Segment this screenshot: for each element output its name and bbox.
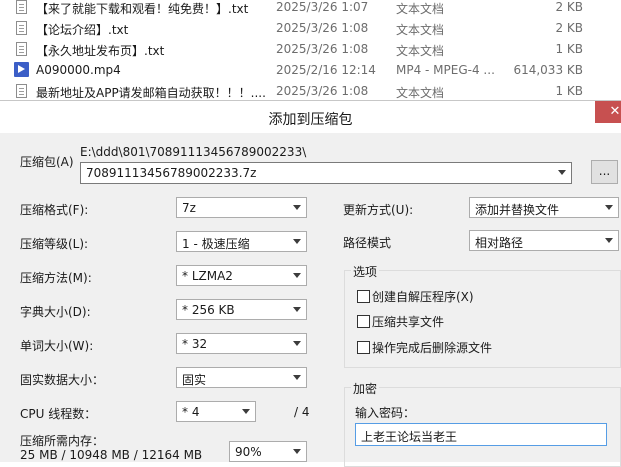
file-row[interactable]: 【永久地址发布页】.txt 2025/3/26 1:08 文本文档 1 KB xyxy=(0,38,621,60)
add-to-archive-dialog: 添加到压缩包 ✕ 压缩包(A) E:\ddd\801\7089111345678… xyxy=(0,100,621,467)
format-value: 7z xyxy=(182,201,196,215)
file-type: 文本文档 xyxy=(396,86,445,100)
cpu-label: CPU 线程数： xyxy=(20,407,97,421)
file-size: 2 KB xyxy=(555,21,583,35)
word-value: * 32 xyxy=(182,337,208,351)
password-input[interactable]: 上老王论坛当老王 xyxy=(355,423,607,446)
file-name: 【论坛介绍】.txt xyxy=(36,23,129,37)
dialog-title: 添加到压缩包 xyxy=(268,112,353,128)
file-type: 文本文档 xyxy=(396,44,445,58)
file-type: 文本文档 xyxy=(396,2,445,16)
shared-label[interactable]: 压缩共享文件 xyxy=(372,313,444,330)
browse-button[interactable]: ... xyxy=(591,160,618,184)
solid-value: 固实 xyxy=(182,373,207,387)
word-label: 单词大小(W): xyxy=(20,339,94,353)
txt-file-icon xyxy=(14,20,30,36)
solid-select[interactable]: 固实 xyxy=(176,367,307,388)
file-name: A090000.mp4 xyxy=(36,63,121,77)
file-date: 2025/3/26 1:08 xyxy=(276,84,369,98)
file-date: 2025/3/26 1:08 xyxy=(276,42,369,56)
options-group: 选项 创建自解压程序(X) 压缩共享文件 操作完成后删除源文件 xyxy=(344,263,621,368)
chevron-down-icon xyxy=(293,449,301,454)
txt-file-icon xyxy=(14,0,30,15)
txt-file-icon xyxy=(14,41,30,57)
format-label: 压缩格式(F): xyxy=(20,203,89,217)
cpu-select[interactable]: * 4 xyxy=(176,401,256,422)
shared-checkbox[interactable] xyxy=(357,315,370,328)
chevron-down-icon xyxy=(293,341,301,346)
archive-name-value: 70891113456789002233.7z xyxy=(86,166,257,180)
cpu-value: * 4 xyxy=(182,405,200,419)
update-select[interactable]: 添加并替换文件 xyxy=(469,197,619,218)
options-group-label: 选项 xyxy=(351,263,380,280)
level-value: 1 - 极速压缩 xyxy=(182,237,250,251)
file-row[interactable]: A090000.mp4 2025/2/16 12:14 MP4 - MPEG-4… xyxy=(0,59,621,81)
password-value: 上老王论坛当老王 xyxy=(361,430,458,444)
chevron-down-icon xyxy=(293,307,301,312)
memory-percent-value: 90% xyxy=(235,445,262,459)
sfx-label[interactable]: 创建自解压程序(X) xyxy=(372,288,474,305)
file-size: 2 KB xyxy=(555,0,583,14)
encryption-group: 加密 输入密码： 上老王论坛当老王 xyxy=(344,380,621,467)
memory-value: 25 MB / 10948 MB / 12164 MB xyxy=(20,448,203,462)
file-row[interactable]: 最新地址及APP请发邮箱自动获取！！！.... 2025/3/26 1:08 文… xyxy=(0,80,621,102)
file-date: 2025/3/26 1:08 xyxy=(276,21,369,35)
dict-label: 字典大小(D): xyxy=(20,305,91,319)
cpu-total: / 4 xyxy=(294,405,310,419)
chevron-down-icon xyxy=(293,375,301,380)
sfx-checkbox[interactable] xyxy=(357,290,370,303)
dialog-titlebar[interactable]: 添加到压缩包 ✕ xyxy=(0,101,621,133)
chevron-down-icon xyxy=(293,273,301,278)
file-date: 2025/2/16 12:14 xyxy=(276,63,376,77)
file-list: 【来了就能下载和观看！纯免费！】.txt 2025/3/26 1:07 文本文档… xyxy=(0,0,621,100)
archive-label: 压缩包(A) xyxy=(20,155,74,169)
update-value: 添加并替换文件 xyxy=(475,203,560,217)
word-select[interactable]: * 32 xyxy=(176,333,307,354)
close-icon: ✕ xyxy=(609,104,621,119)
file-type: 文本文档 xyxy=(396,23,445,37)
format-select[interactable]: 7z xyxy=(176,197,307,218)
method-label: 压缩方法(M): xyxy=(20,271,92,285)
file-name: 最新地址及APP请发邮箱自动获取！！！.... xyxy=(36,86,266,100)
password-label: 输入密码： xyxy=(355,406,416,420)
memory-percent-select[interactable]: 90% xyxy=(229,441,307,462)
file-size: 1 KB xyxy=(555,84,583,98)
file-name: 【来了就能下载和观看！纯免费！】.txt xyxy=(36,2,249,16)
chevron-down-icon xyxy=(293,205,301,210)
path-value: 相对路径 xyxy=(475,236,524,250)
archive-name-input[interactable]: 70891113456789002233.7z xyxy=(80,162,572,184)
file-row[interactable]: 【来了就能下载和观看！纯免费！】.txt 2025/3/26 1:07 文本文档… xyxy=(0,0,621,18)
close-button[interactable]: ✕ xyxy=(595,101,621,123)
level-select[interactable]: 1 - 极速压缩 xyxy=(176,231,307,252)
file-row[interactable]: 【论坛介绍】.txt 2025/3/26 1:08 文本文档 2 KB xyxy=(0,17,621,39)
dict-value: * 256 KB xyxy=(182,303,235,317)
mp4-file-icon xyxy=(14,62,30,78)
file-size: 614,033 KB xyxy=(513,63,583,77)
chevron-down-icon xyxy=(293,239,301,244)
archive-path: E:\ddd\801\70891113456789002233\ xyxy=(80,145,307,159)
solid-label: 固实数据大小： xyxy=(20,373,105,387)
file-name: 【永久地址发布页】.txt xyxy=(36,44,165,58)
path-label: 路径模式 xyxy=(343,236,392,250)
chevron-down-icon[interactable] xyxy=(558,170,566,175)
path-select[interactable]: 相对路径 xyxy=(469,230,619,251)
txt-file-icon xyxy=(14,83,30,99)
chevron-down-icon xyxy=(605,238,613,243)
file-size: 1 KB xyxy=(555,42,583,56)
delete-source-checkbox[interactable] xyxy=(357,341,370,354)
encryption-group-label: 加密 xyxy=(351,380,380,397)
memory-label: 压缩所需内存： xyxy=(20,434,105,448)
level-label: 压缩等级(L): xyxy=(20,237,89,251)
file-type: MP4 - MPEG-4 ... xyxy=(396,63,495,77)
chevron-down-icon xyxy=(605,205,613,210)
update-label: 更新方式(U): xyxy=(343,203,414,217)
chevron-down-icon xyxy=(242,409,250,414)
method-select[interactable]: * LZMA2 xyxy=(176,265,307,286)
dict-select[interactable]: * 256 KB xyxy=(176,299,307,320)
file-date: 2025/3/26 1:07 xyxy=(276,0,369,14)
method-value: * LZMA2 xyxy=(182,269,233,283)
delete-source-label[interactable]: 操作完成后删除源文件 xyxy=(372,339,492,356)
